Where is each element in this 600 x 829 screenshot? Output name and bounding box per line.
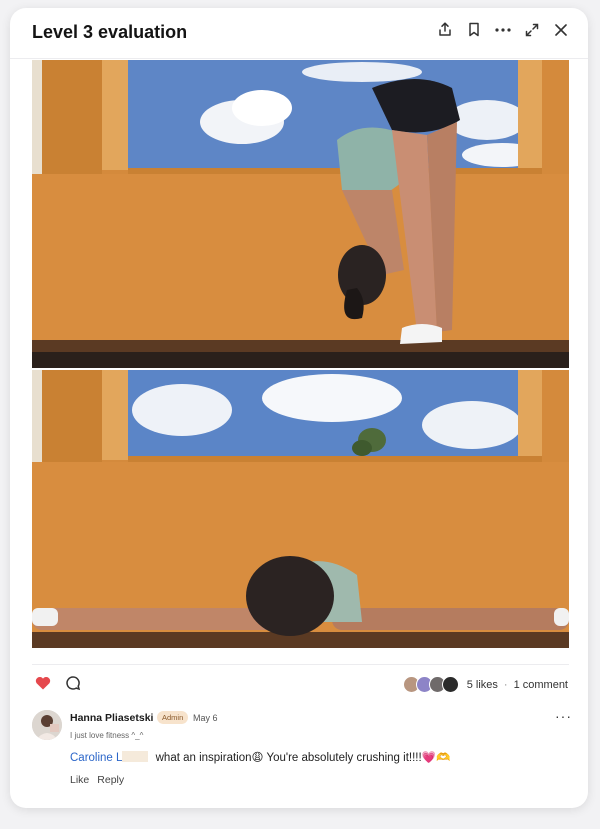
comments-count[interactable]: 1 comment — [514, 679, 568, 691]
share-icon[interactable] — [435, 20, 454, 39]
avatar[interactable] — [32, 710, 62, 740]
engagement-stats: 5 likes · 1 comment — [402, 676, 568, 693]
close-icon[interactable] — [551, 20, 570, 39]
comment: Hanna Pliasetski Admin May 6 ··· I just … — [32, 708, 572, 798]
comment-like-button[interactable]: Like — [70, 774, 89, 786]
comment-icon[interactable] — [64, 674, 82, 692]
header-actions — [435, 20, 570, 39]
liker-avatars[interactable] — [402, 676, 459, 693]
divider — [32, 664, 569, 665]
comment-author-bio: I just love fitness ^_^ — [70, 731, 144, 740]
liker-avatar — [441, 676, 459, 693]
post-title: Level 3 evaluation — [32, 22, 188, 42]
comment-reply-button[interactable]: Reply — [97, 774, 124, 786]
more-icon[interactable] — [493, 20, 512, 39]
like-heart-icon[interactable] — [34, 674, 52, 692]
post-card: Level 3 evaluation 5 likes · 1 comment H… — [10, 8, 588, 808]
expand-icon[interactable] — [522, 20, 541, 39]
post-photo-middle-split[interactable] — [32, 370, 569, 648]
comment-author[interactable]: Hanna Pliasetski — [70, 712, 153, 724]
likes-count[interactable]: 5 likes — [467, 679, 498, 691]
post-header: Level 3 evaluation — [10, 8, 588, 59]
admin-badge: Admin — [157, 711, 189, 724]
comment-date: May 6 — [193, 713, 218, 723]
comment-actions: Like Reply — [70, 774, 124, 786]
comment-body: Caroline L what an inspiration😩 You're a… — [70, 750, 450, 764]
comment-mention[interactable]: Caroline L — [70, 752, 122, 764]
bookmark-icon[interactable] — [464, 20, 483, 39]
comment-more-icon[interactable]: ··· — [555, 708, 572, 724]
post-actions — [34, 674, 82, 692]
redacted-name — [122, 751, 149, 762]
post-photo-forward-fold[interactable] — [32, 60, 569, 368]
comment-text: what an inspiration😩 You're absolutely c… — [152, 752, 451, 764]
stats-separator: · — [503, 678, 508, 691]
